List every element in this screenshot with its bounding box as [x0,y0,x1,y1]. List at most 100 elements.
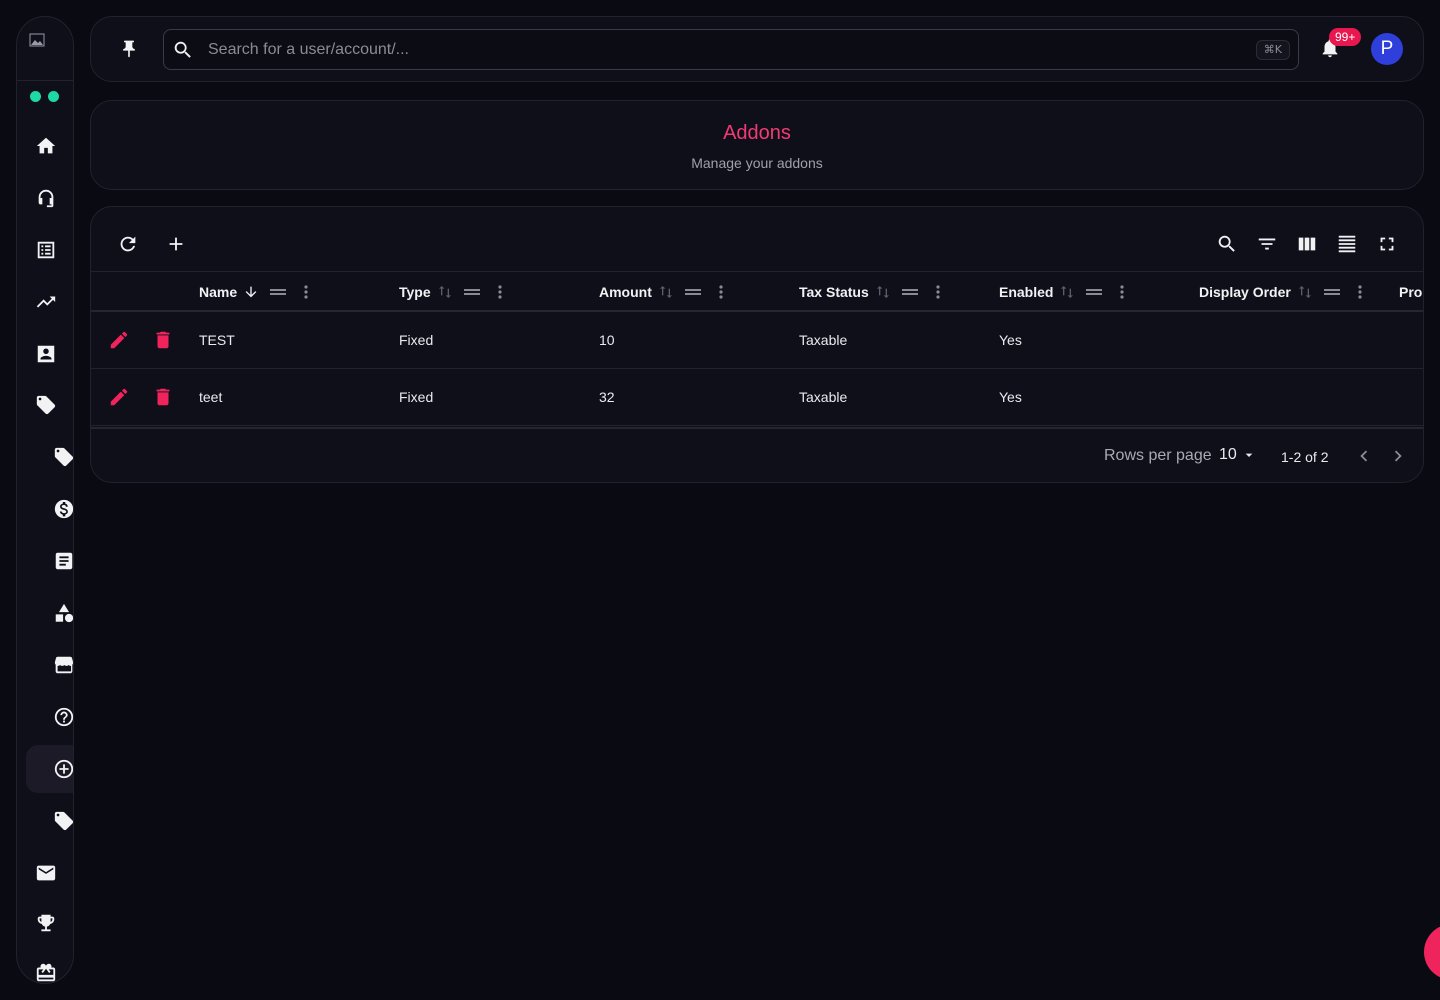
caret-down-icon[interactable] [1241,447,1257,463]
sort-desc-icon[interactable] [243,284,259,300]
floating-action-button[interactable] [1424,924,1440,980]
drag-handle-icon[interactable] [1323,284,1341,300]
contact-icon [37,345,55,363]
delete-button[interactable] [152,329,174,351]
column-header-enabled[interactable]: Enabled [999,272,1129,311]
column-menu-icon[interactable] [493,284,507,300]
column-header-type[interactable]: Type [399,272,507,311]
sidebar-item-support[interactable] [32,184,60,212]
density-button[interactable] [1334,231,1360,257]
column-menu-icon[interactable] [299,284,313,300]
next-page-button[interactable] [1387,445,1411,469]
logo-icon[interactable] [29,33,45,49]
add-button[interactable] [163,231,189,257]
status-dots [30,91,59,102]
column-label: Tax Status [799,283,869,300]
edit-button[interactable] [108,329,130,351]
filter-button[interactable] [1254,231,1280,257]
trash-icon [156,388,170,406]
column-label: Pro [1399,283,1423,300]
drag-handle-icon[interactable] [684,284,702,300]
filter-icon [1258,238,1276,250]
density-icon [1338,235,1356,253]
sidebar-subitem-tag-2[interactable] [50,807,73,835]
addons-table-card: Name Type Amount Tax Status Enabled Disp… [90,206,1424,483]
columns-button[interactable] [1294,231,1320,257]
sort-icon[interactable] [1059,284,1075,300]
column-menu-icon[interactable] [714,284,728,300]
sidebar-item-home[interactable] [32,132,60,160]
columns-icon [1298,237,1316,251]
edit-icon [110,331,128,349]
column-menu-icon[interactable] [931,284,945,300]
previous-page-button[interactable] [1353,445,1377,469]
list-icon [37,241,55,259]
sidebar [16,16,74,984]
column-header-display-order[interactable]: Display Order [1199,272,1367,311]
search-icon [1218,235,1235,252]
help-icon [54,707,73,727]
sidebar-subitem-article[interactable] [50,547,73,575]
chevron-left-icon [1360,450,1368,462]
delete-button[interactable] [152,386,174,408]
avatar[interactable]: P [1371,33,1403,65]
table-search-button[interactable] [1214,231,1240,257]
column-menu-icon[interactable] [1115,284,1129,300]
sidebar-item-gift[interactable] [32,959,60,983]
home-icon [36,137,56,154]
sidebar-item-contact[interactable] [32,340,60,368]
sort-icon[interactable] [875,284,891,300]
sidebar-subitem-category[interactable] [50,599,73,627]
dollar-icon [54,499,73,519]
refresh-button[interactable] [115,231,141,257]
sidebar-item-trending[interactable] [32,288,60,316]
drag-handle-icon[interactable] [901,284,919,300]
sidebar-subitem-help[interactable] [50,703,73,731]
notification-badge: 99+ [1329,28,1362,46]
column-header-name[interactable]: Name [199,272,313,311]
drag-handle-icon[interactable] [463,284,481,300]
shortcut-hint: ⌘K [1255,40,1290,60]
column-label: Enabled [999,283,1054,300]
sidebar-subitem-pricing[interactable] [50,495,73,523]
pin-button[interactable] [117,37,141,61]
sidebar-subitem-tag[interactable] [50,443,73,471]
cell-type: Fixed [399,389,434,405]
page-range: 1-2 of 2 [1281,449,1329,465]
page-subtitle: Manage your addons [691,155,823,171]
mail-icon [36,865,56,881]
sidebar-divider [17,80,73,81]
sidebar-item-tags[interactable] [32,391,60,419]
column-header-tax-status[interactable]: Tax Status [799,272,945,311]
search-bar[interactable]: ⌘K [163,29,1299,70]
column-header-pro[interactable]: Pro [1399,272,1423,311]
sidebar-item-trophy[interactable] [32,909,60,937]
sidebar-subitem-addons[interactable] [50,755,73,783]
add-circle-icon [54,759,73,779]
cell-amount: 10 [599,332,615,348]
status-dot [48,91,59,102]
sidebar-item-mail[interactable] [32,859,60,887]
cell-name: teet [199,389,223,405]
cell-name: TEST [199,332,235,348]
column-header-amount[interactable]: Amount [599,272,728,311]
table-pagination: Rows per page 10 1-2 of 2 [91,427,1423,482]
drag-handle-icon[interactable] [269,284,287,300]
edit-button[interactable] [108,386,130,408]
search-input[interactable] [208,38,1208,62]
sidebar-item-list[interactable] [32,236,60,264]
article-icon [55,552,73,570]
category-icon [55,603,73,623]
fullscreen-button[interactable] [1374,231,1400,257]
chevron-right-icon [1394,450,1402,462]
sort-icon[interactable] [1297,284,1313,300]
column-menu-icon[interactable] [1353,284,1367,300]
tag-sub-icon [54,447,73,467]
sort-icon[interactable] [437,284,453,300]
sort-icon[interactable] [658,284,674,300]
sidebar-subitem-store[interactable] [50,651,73,679]
rows-per-page-select[interactable]: 10 [1219,446,1237,464]
drag-handle-icon[interactable] [1085,284,1103,300]
column-label: Amount [599,283,652,300]
cell-enabled: Yes [999,389,1022,405]
